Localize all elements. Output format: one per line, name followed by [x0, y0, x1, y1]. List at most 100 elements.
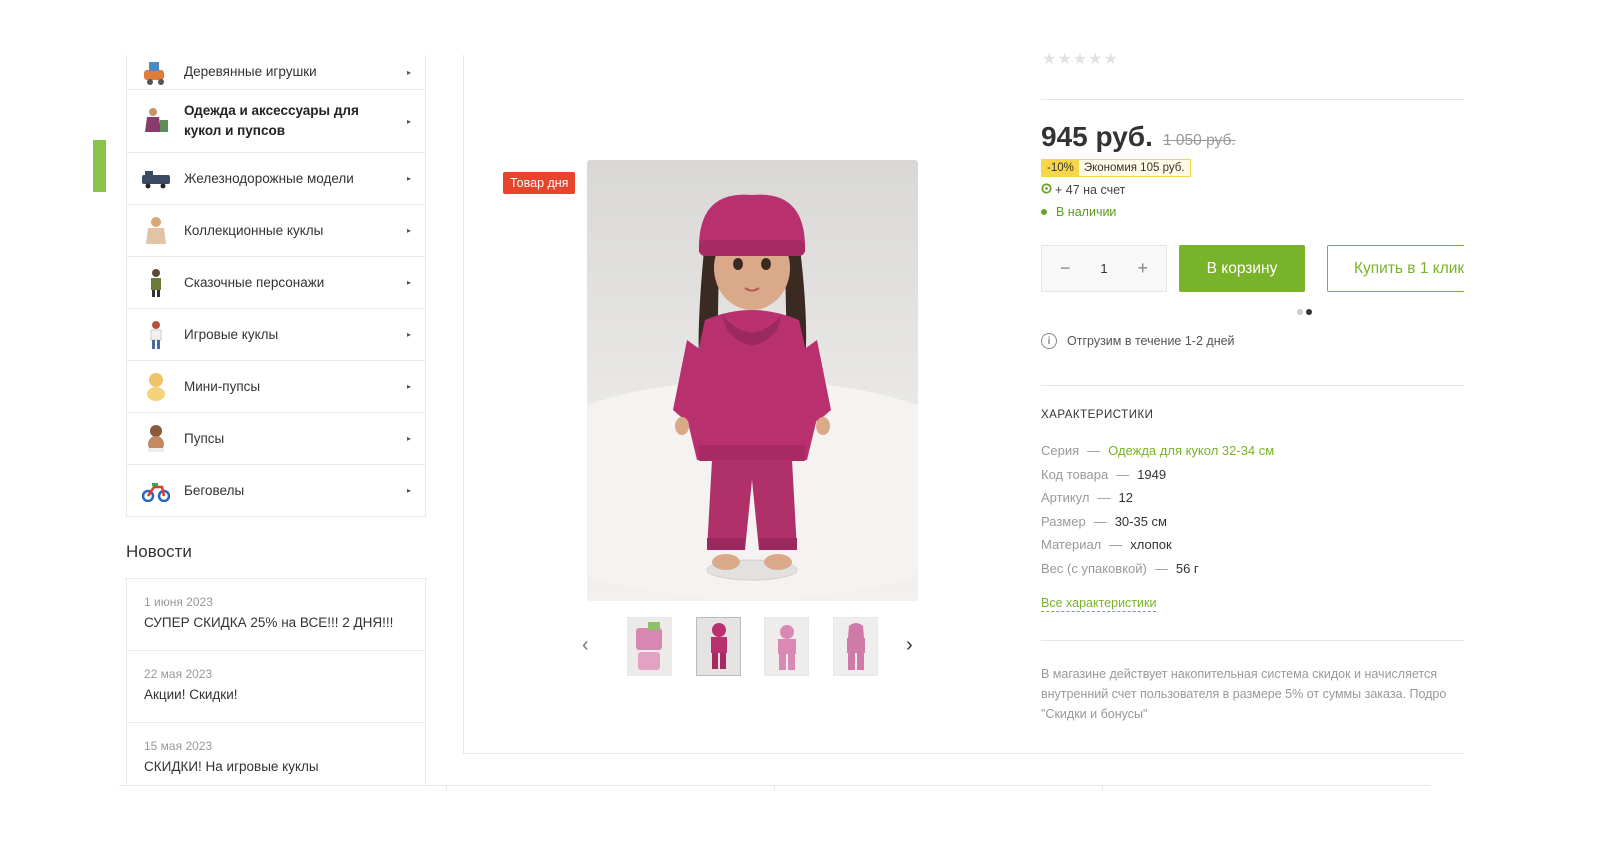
characteristic-row: Серия — Одежда для кукол 32-34 см	[1041, 443, 1274, 467]
plus-icon[interactable]: +	[1137, 258, 1148, 279]
separator: —	[1093, 513, 1107, 529]
play-dolls-thumbnail	[141, 320, 171, 350]
news-link[interactable]: СУПЕР СКИДКА 25% на ВСЕ!!! 2 ДНЯ!!!	[144, 615, 408, 630]
product-main-photo[interactable]	[587, 160, 918, 601]
category-label: Сказочные персонажи	[184, 274, 325, 290]
characteristic-value: хлопок	[1130, 537, 1172, 552]
characteristic-value: 56 г	[1175, 560, 1199, 576]
separator: —	[1097, 490, 1111, 505]
category-item-play-dolls[interactable]: Игровые куклы ▸	[127, 308, 425, 360]
category-label: Коллекционные куклы	[184, 222, 324, 238]
deal-of-day-badge: Товар дня	[503, 172, 576, 194]
wooden-toys-thumbnail	[141, 57, 171, 87]
collectible-dolls-thumbnail	[141, 216, 171, 246]
note-line: В магазине действует накопительная систе…	[1041, 667, 1438, 681]
category-label: Беговелы	[184, 482, 245, 498]
news-link[interactable]: Акции! Скидки!	[144, 687, 408, 702]
category-item-collectible-dolls[interactable]: Коллекционные куклы ▸	[127, 204, 425, 256]
category-label: Игровые куклы	[184, 326, 279, 342]
characteristics-list: Серия — Одежда для кукол 32-34 см Код това…	[1041, 443, 1274, 584]
gallery-next-arrow-icon[interactable]: ›	[906, 634, 913, 657]
shipping-info: i Отгрузим в течение 1-2 дней	[1041, 333, 1235, 349]
carousel-dots	[1297, 309, 1312, 315]
news-item[interactable]: 1 июня 2023 СУПЕР СКИДКА 25% на ВСЕ!!! 2…	[127, 579, 425, 651]
baby-dolls-thumbnail	[141, 424, 171, 454]
characteristic-row: Вес (с упаковкой) — 56 г	[1041, 561, 1274, 585]
stock-status: В наличии	[1041, 205, 1116, 219]
separator: —	[1116, 466, 1130, 482]
characteristic-key: Размер	[1041, 513, 1086, 529]
news-date: 1 июня 2023	[144, 595, 213, 609]
characteristic-value: 12	[1118, 490, 1133, 505]
bonus-coin-icon	[1041, 183, 1052, 197]
all-characteristics-link[interactable]: Все характеристики	[1041, 596, 1157, 612]
gallery-thumbnail[interactable]	[833, 617, 878, 676]
news-date: 22 мая 2023	[144, 667, 213, 681]
gallery-prev-arrow-icon[interactable]: ‹	[582, 634, 589, 657]
gallery-thumbnail[interactable]	[696, 617, 741, 676]
doll-clothes-thumbnail	[141, 106, 171, 136]
shipping-text: Отгрузим в течение 1-2 дней	[1067, 334, 1235, 348]
chevron-right-icon: ▸	[406, 116, 411, 126]
in-stock-dot-icon	[1041, 209, 1047, 215]
characteristic-row: Материал — хлопок	[1041, 537, 1274, 561]
category-item-wooden-toys[interactable]: Деревянные игрушки ▸	[127, 55, 425, 89]
rating-stars-icon[interactable]: ★★★★★	[1042, 49, 1119, 69]
news-date: 15 мая 2023	[144, 739, 213, 753]
news-list: 1 июня 2023 СУПЕР СКИДКА 25% на ВСЕ!!! 2…	[126, 578, 426, 786]
chevron-right-icon: ▸	[406, 278, 411, 287]
category-label: Пупсы	[184, 430, 225, 446]
minus-icon[interactable]: −	[1060, 258, 1071, 279]
bonus-text: + 47 на счет	[1055, 183, 1126, 197]
news-heading: Новости	[126, 542, 192, 561]
accent-bar	[93, 140, 106, 192]
characteristic-key: Артикул	[1041, 490, 1090, 505]
category-item-mini-babies[interactable]: Мини-пупсы ▸	[127, 360, 425, 412]
characteristic-key: Код товара	[1041, 466, 1109, 482]
category-label: Мини-пупсы	[184, 378, 261, 394]
characteristic-value: 30-35 см	[1114, 513, 1167, 529]
gallery-thumbnail[interactable]	[627, 617, 672, 676]
characteristic-row: Артикул — 12	[1041, 490, 1274, 514]
carousel-dot[interactable]	[1297, 309, 1303, 315]
gallery-thumbnail[interactable]	[764, 617, 809, 676]
separator: —	[1109, 537, 1123, 552]
chevron-right-icon: ▸	[406, 486, 411, 495]
quantity-value[interactable]: 1	[1100, 261, 1107, 276]
current-price: 945 руб.	[1041, 121, 1153, 152]
separator: —	[1087, 443, 1101, 458]
note-line: внутренний счет пользователя в размере 5…	[1041, 687, 1447, 701]
old-price: 1 050 руб.	[1163, 132, 1236, 149]
category-menu: Деревянные игрушки ▸ Одежда и аксессуары…	[126, 55, 426, 517]
category-label: Железнодорожные модели	[184, 170, 354, 186]
buy-one-click-button[interactable]: Купить в 1 клик	[1327, 245, 1464, 292]
discount-system-note: В магазине действует накопительная систе…	[1041, 664, 1464, 724]
separator: —	[1154, 560, 1168, 576]
category-item-railway-models[interactable]: Железнодорожные модели ▸	[127, 152, 425, 204]
category-item-baby-dolls[interactable]: Пупсы ▸	[127, 412, 425, 464]
characteristics-heading: ХАРАКТЕРИСТИКИ	[1041, 409, 1154, 421]
bonus-points: + 47 на счет	[1041, 183, 1125, 197]
category-item-balance-bikes[interactable]: Беговелы ▸	[127, 464, 425, 516]
stock-text: В наличии	[1056, 205, 1117, 219]
divider	[1041, 385, 1464, 386]
carousel-dot-active[interactable]	[1306, 309, 1312, 315]
add-to-cart-button[interactable]: В корзину	[1179, 245, 1305, 292]
note-line-link[interactable]: "Скидки и бонусы"	[1041, 704, 1464, 724]
news-item[interactable]: 15 мая 2023 СКИДКИ! На игровые куклы	[127, 723, 425, 786]
news-link[interactable]: СКИДКИ! На игровые куклы	[144, 759, 408, 774]
mini-babies-thumbnail	[141, 372, 171, 402]
discount-badge: -10% Экономия 105 руб.	[1041, 159, 1191, 177]
series-link[interactable]: Одежда для кукол 32-34 см	[1108, 443, 1274, 458]
category-label: Одежда и аксессуары для кукол и пупсов	[184, 103, 359, 138]
balance-bikes-thumbnail	[141, 476, 171, 506]
category-item-fairy-characters[interactable]: Сказочные персонажи ▸	[127, 256, 425, 308]
category-item-doll-clothes[interactable]: Одежда и аксессуары для кукол и пупсов ▸	[127, 89, 425, 152]
tab-divider	[446, 785, 447, 791]
news-item[interactable]: 22 мая 2023 Акции! Скидки!	[127, 651, 425, 723]
characteristic-row: Размер — 30-35 см	[1041, 514, 1274, 538]
info-icon: i	[1041, 333, 1057, 349]
characteristic-key: Материал	[1041, 537, 1102, 552]
chevron-right-icon: ▸	[406, 382, 411, 391]
characteristic-key: Вес (с упаковкой)	[1041, 560, 1147, 576]
